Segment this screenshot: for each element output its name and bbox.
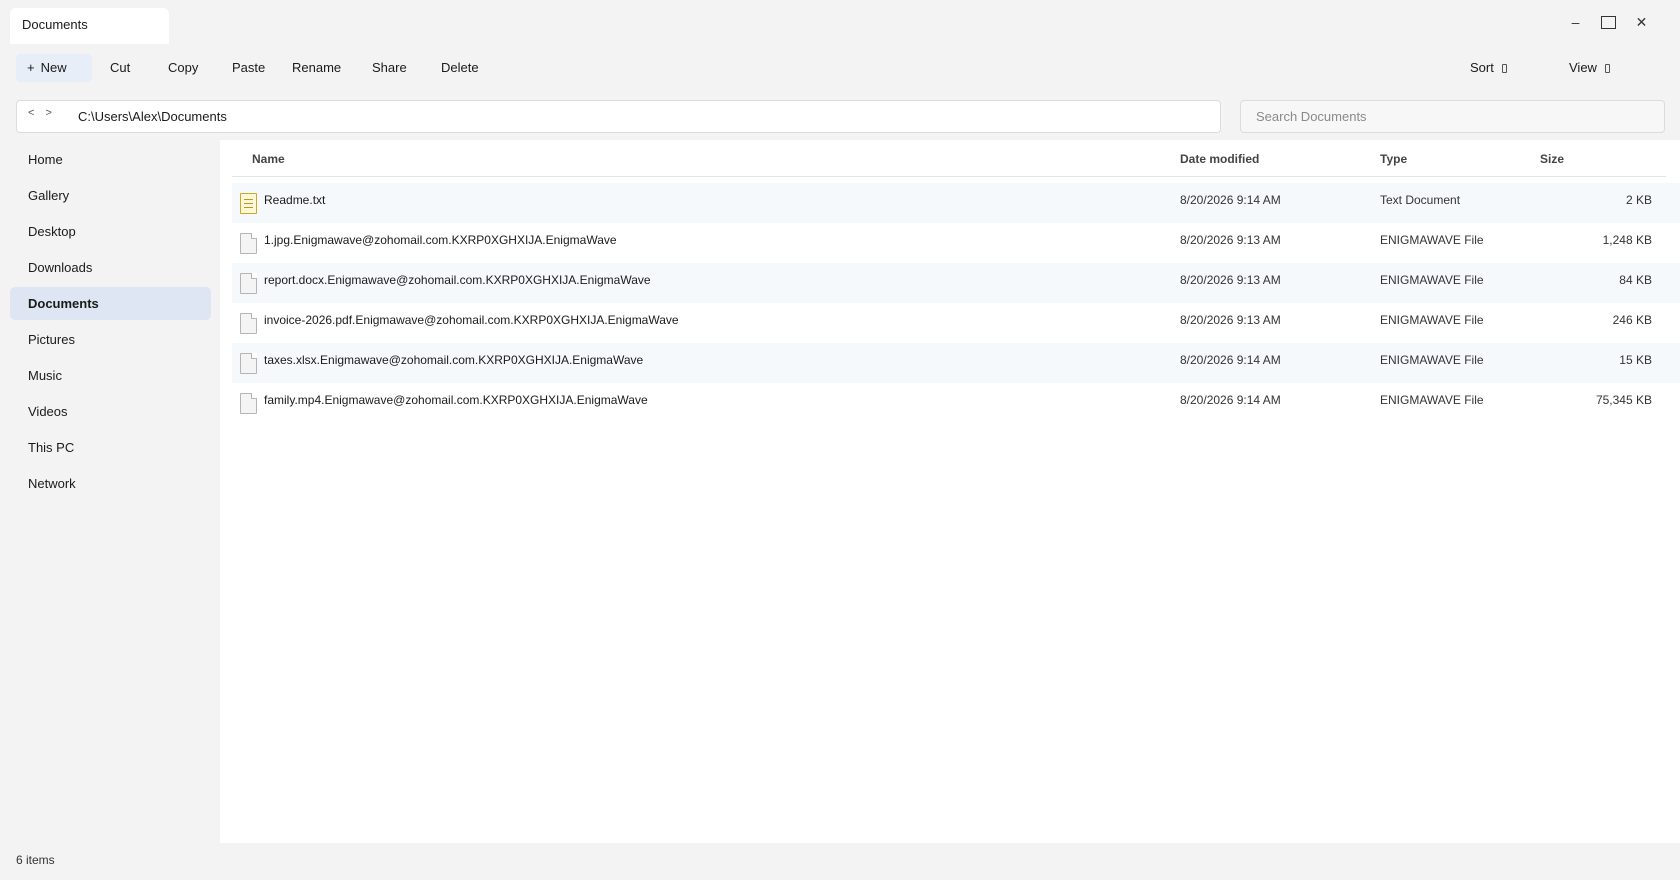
generic-file-icon: [240, 353, 257, 374]
file-date: 8/20/2026 9:13 AM: [1180, 313, 1281, 327]
file-name: family.mp4.Enigmawave@zohomail.com.KXRP0…: [264, 393, 648, 407]
file-name: report.docx.Enigmawave@zohomail.com.KXRP…: [264, 273, 651, 287]
maximize-button[interactable]: [1592, 10, 1625, 34]
minimize-icon: –: [1571, 14, 1580, 30]
view-button[interactable]: View: [1557, 54, 1622, 82]
window-controls: – ✕: [1559, 10, 1658, 34]
table-row[interactable]: report.docx.Enigmawave@zohomail.com.KXRP…: [232, 263, 1680, 303]
chevron-down-icon: [1501, 64, 1507, 73]
copy-button[interactable]: Copy: [156, 54, 210, 82]
tab-documents[interactable]: Documents: [10, 8, 169, 44]
table-row[interactable]: taxes.xlsx.Enigmawave@zohomail.com.KXRP0…: [232, 343, 1680, 383]
file-date: 8/20/2026 9:14 AM: [1180, 193, 1281, 207]
table-row[interactable]: invoice-2026.pdf.Enigmawave@zohomail.com…: [232, 303, 1680, 343]
table-row[interactable]: Readme.txt 8/20/2026 9:14 AM Text Docume…: [232, 183, 1680, 223]
column-header-date[interactable]: Date modified: [1180, 152, 1259, 166]
generic-file-icon: [240, 313, 257, 334]
maximize-icon: [1601, 15, 1616, 29]
file-size: 15 KB: [1619, 353, 1652, 367]
plus-icon: +: [27, 60, 35, 75]
back-forward-icon[interactable]: < >: [28, 107, 56, 119]
minimize-button[interactable]: –: [1559, 10, 1592, 34]
file-type: ENIGMAWAVE File: [1380, 353, 1484, 367]
close-button[interactable]: ✕: [1625, 10, 1658, 34]
sidebar-item-home[interactable]: Home: [10, 143, 211, 176]
status-bar-item-count: 6 items: [16, 853, 55, 867]
sidebar-item-videos[interactable]: Videos: [10, 395, 211, 428]
rename-button[interactable]: Rename: [280, 54, 353, 82]
column-header-type[interactable]: Type: [1380, 152, 1407, 166]
sidebar-item-music[interactable]: Music: [10, 359, 211, 392]
sidebar-item-gallery[interactable]: Gallery: [10, 179, 211, 212]
chevron-down-icon: [1604, 64, 1610, 73]
header-divider: [232, 176, 1666, 177]
new-button-label: New: [40, 60, 67, 75]
paste-button[interactable]: Paste: [220, 54, 277, 82]
file-type: ENIGMAWAVE File: [1380, 273, 1484, 287]
file-type: ENIGMAWAVE File: [1380, 313, 1484, 327]
file-date: 8/20/2026 9:13 AM: [1180, 233, 1281, 247]
cut-button[interactable]: Cut: [98, 54, 142, 82]
column-header-size[interactable]: Size: [1540, 152, 1564, 166]
file-size: 246 KB: [1612, 313, 1652, 327]
file-name: 1.jpg.Enigmawave@zohomail.com.KXRP0XGHXI…: [264, 233, 617, 247]
view-label: View: [1569, 60, 1597, 75]
file-size: 84 KB: [1619, 273, 1652, 287]
file-date: 8/20/2026 9:14 AM: [1180, 353, 1281, 367]
sidebar-item-pictures[interactable]: Pictures: [10, 323, 211, 356]
file-name: taxes.xlsx.Enigmawave@zohomail.com.KXRP0…: [264, 353, 644, 367]
address-path: C:\Users\Alex\Documents: [78, 109, 227, 124]
sidebar-item-downloads[interactable]: Downloads: [10, 251, 211, 284]
title-bar: Documents – ✕: [0, 0, 1680, 48]
sort-button[interactable]: Sort: [1458, 54, 1519, 82]
table-row[interactable]: 1.jpg.Enigmawave@zohomail.com.KXRP0XGHXI…: [232, 223, 1680, 263]
column-header-name[interactable]: Name: [252, 152, 285, 166]
file-list: Name Date modified Type Size Readme.txt …: [220, 140, 1680, 843]
file-size: 1,248 KB: [1602, 233, 1652, 247]
file-type: ENIGMAWAVE File: [1380, 393, 1484, 407]
delete-button[interactable]: Delete: [429, 54, 491, 82]
table-row[interactable]: family.mp4.Enigmawave@zohomail.com.KXRP0…: [232, 383, 1680, 423]
file-type: ENIGMAWAVE File: [1380, 233, 1484, 247]
sidebar-item-desktop[interactable]: Desktop: [10, 215, 211, 248]
command-bar: + New Cut Copy Paste Rename Share Delete …: [16, 54, 1666, 82]
sidebar-item-network[interactable]: Network: [10, 467, 211, 500]
generic-file-icon: [240, 393, 257, 414]
file-size: 2 KB: [1625, 193, 1652, 207]
file-date: 8/20/2026 9:14 AM: [1180, 393, 1281, 407]
generic-file-icon: [240, 273, 257, 294]
navigation-pane: Home Gallery Desktop Downloads Documents…: [0, 140, 220, 843]
sort-label: Sort: [1470, 60, 1494, 75]
file-date: 8/20/2026 9:13 AM: [1180, 273, 1281, 287]
generic-file-icon: [240, 233, 257, 254]
tab-title: Documents: [22, 17, 88, 32]
sidebar-item-this-pc[interactable]: This PC: [10, 431, 211, 464]
file-name: invoice-2026.pdf.Enigmawave@zohomail.com…: [264, 313, 679, 327]
address-bar[interactable]: < > C:\Users\Alex\Documents: [16, 100, 1221, 133]
close-icon: ✕: [1635, 13, 1648, 30]
sidebar-item-documents[interactable]: Documents: [10, 287, 211, 320]
share-button[interactable]: Share: [360, 54, 419, 82]
search-input[interactable]: [1240, 100, 1665, 133]
file-type: Text Document: [1380, 193, 1461, 207]
file-name: Readme.txt: [264, 193, 326, 207]
text-file-icon: [240, 193, 257, 214]
new-button[interactable]: + New: [16, 54, 92, 82]
file-size: 75,345 KB: [1595, 393, 1652, 407]
